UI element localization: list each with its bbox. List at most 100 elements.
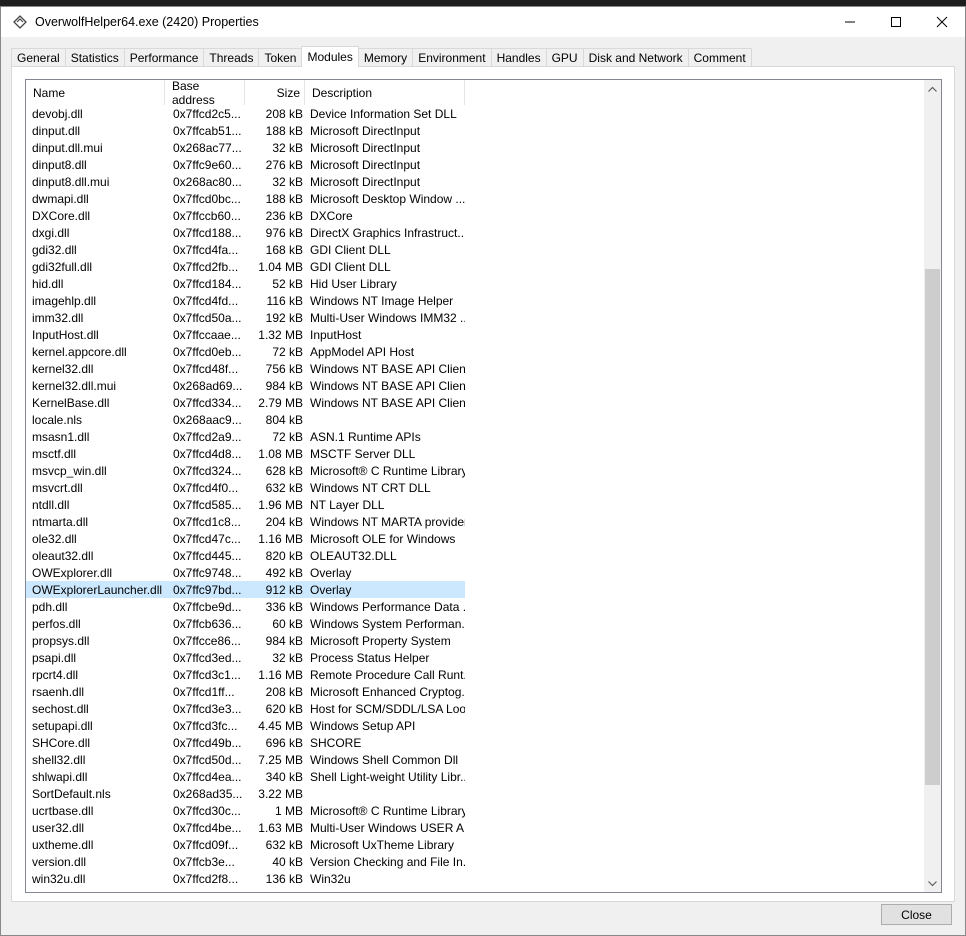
- table-row[interactable]: dwmapi.dll 0x7ffcd0bc... 188 kB Microsoft D…: [26, 190, 465, 207]
- table-row[interactable]: kernel.appcore.dll 0x7ffcd0eb... 72 kB AppM…: [26, 343, 465, 360]
- table-row[interactable]: SortDefault.nls 0x268ad35... 3.22 MB: [26, 785, 465, 802]
- table-row[interactable]: msvcp_win.dll 0x7ffcd324... 628 kB Microsof…: [26, 462, 465, 479]
- table-row[interactable]: pdh.dll 0x7ffcbe9d... 336 kB Windows Perfor…: [26, 598, 465, 615]
- table-row[interactable]: oleaut32.dll 0x7ffcd445... 820 kB OLEAUT32.…: [26, 547, 465, 564]
- table-row[interactable]: devobj.dll 0x7ffcd2c5... 208 kB Device Info…: [26, 105, 465, 122]
- scrollbar-thumb[interactable]: [925, 269, 940, 785]
- module-size: 116 kB: [266, 293, 303, 308]
- table-row[interactable]: KernelBase.dll 0x7ffcd334... 2.79 MB Window…: [26, 394, 465, 411]
- module-base-address: 0x7ffcd2fb...: [173, 259, 239, 274]
- table-row[interactable]: imm32.dll 0x7ffcd50a... 192 kB Multi-User W…: [26, 309, 465, 326]
- module-base-address: 0x7ffcd50d...: [173, 752, 242, 767]
- table-row[interactable]: uxtheme.dll 0x7ffcd09f... 632 kB Microsoft …: [26, 836, 465, 853]
- module-name: kernel.appcore.dll: [32, 344, 127, 359]
- table-row[interactable]: rsaenh.dll 0x7ffcd1ff... 208 kB Microsoft E…: [26, 683, 465, 700]
- column-header-name[interactable]: Name: [26, 80, 165, 105]
- tab-disk-and-network[interactable]: Disk and Network: [582, 48, 689, 67]
- table-row[interactable]: dinput8.dll 0x7ffc9e60... 276 kB Microsoft …: [26, 156, 465, 173]
- table-row[interactable]: ntmarta.dll 0x7ffcd1c8... 204 kB Windows NT…: [26, 513, 465, 530]
- tab-modules[interactable]: Modules: [301, 46, 359, 67]
- tab-general[interactable]: General: [11, 48, 66, 67]
- minimize-button[interactable]: [827, 7, 873, 37]
- module-base-address: 0x7ffcd2c5...: [173, 106, 241, 121]
- table-row[interactable]: imagehlp.dll 0x7ffcd4fd... 116 kB Windows N…: [26, 292, 465, 309]
- modules-list[interactable]: Name Base address Size Description devob…: [25, 79, 942, 893]
- tab-environment[interactable]: Environment: [412, 48, 492, 67]
- module-name: SHCore.dll: [32, 735, 91, 750]
- table-row[interactable]: perfos.dll 0x7ffcb636... 60 kB Windows Syst…: [26, 615, 465, 632]
- module-name: propsys.dll: [32, 633, 90, 648]
- table-row[interactable]: gdi32.dll 0x7ffcd4fa... 168 kB GDI Client D…: [26, 241, 465, 258]
- table-row[interactable]: rpcrt4.dll 0x7ffcd3c1... 1.16 MB Remote Pro…: [26, 666, 465, 683]
- table-row[interactable]: msvcrt.dll 0x7ffcd4f0... 632 kB Windows NT …: [26, 479, 465, 496]
- table-row[interactable]: gdi32full.dll 0x7ffcd2fb... 1.04 MB GDI Cli…: [26, 258, 465, 275]
- tab-statistics[interactable]: Statistics: [64, 48, 125, 67]
- module-size: 168 kB: [265, 242, 303, 257]
- module-description: Microsoft DirectInput: [310, 140, 421, 155]
- module-base-address: 0x7ffcd3fc...: [173, 718, 238, 733]
- module-size: 136 kB: [265, 871, 303, 886]
- scroll-down-arrow-icon[interactable]: [924, 875, 941, 892]
- module-base-address: 0x7ffcd0bc...: [173, 191, 241, 206]
- module-name: rsaenh.dll: [32, 684, 85, 699]
- module-name: oleaut32.dll: [32, 548, 94, 563]
- table-row[interactable]: DXCore.dll 0x7ffccb60... 236 kB DXCore: [26, 207, 465, 224]
- module-base-address: 0x7ffcd3c1...: [173, 667, 241, 682]
- module-base-address: 0x7ffcd1c8...: [173, 514, 241, 529]
- module-description: Hid User Library: [310, 276, 397, 291]
- table-row[interactable]: propsys.dll 0x7ffcce86... 984 kB Microsoft …: [26, 632, 465, 649]
- module-base-address: 0x7ffcd4f0...: [173, 480, 239, 495]
- table-row[interactable]: msctf.dll 0x7ffcd4d8... 1.08 MB MSCTF Serve…: [26, 445, 465, 462]
- table-row[interactable]: win32u.dll 0x7ffcd2f8... 136 kB Win32u: [26, 870, 465, 887]
- tab-token[interactable]: Token: [258, 48, 303, 67]
- table-row[interactable]: InputHost.dll 0x7ffccaae... 1.32 MB InputHo…: [26, 326, 465, 343]
- module-name: dinput.dll: [32, 123, 81, 138]
- table-row[interactable]: ucrtbase.dll 0x7ffcd30c... 1 MB Microsoft® …: [26, 802, 465, 819]
- table-row[interactable]: shell32.dll 0x7ffcd50d... 7.25 MB Windows S…: [26, 751, 465, 768]
- table-row[interactable]: kernel32.dll 0x7ffcd48f... 756 kB Windows N…: [26, 360, 465, 377]
- table-row[interactable]: dinput8.dll.mui 0x268ac80... 32 kB Microsof…: [26, 173, 465, 190]
- table-row[interactable]: locale.nls 0x268aac9... 804 kB: [26, 411, 465, 428]
- table-row[interactable]: kernel32.dll.mui 0x268ad69... 984 kB Window…: [26, 377, 465, 394]
- table-row[interactable]: OWExplorer.dll 0x7ffc9748... 492 kB Overlay: [26, 564, 465, 581]
- column-header-size[interactable]: Size: [245, 80, 305, 105]
- table-row[interactable]: psapi.dll 0x7ffcd3ed... 32 kB Process Statu…: [26, 649, 465, 666]
- module-description: Microsoft Property System: [310, 633, 451, 648]
- table-row[interactable]: ole32.dll 0x7ffcd47c... 1.16 MB Microsoft O…: [26, 530, 465, 547]
- title-bar[interactable]: OverwolfHelper64.exe (2420) Properties: [1, 7, 965, 37]
- tab-comment[interactable]: Comment: [687, 48, 752, 67]
- table-row[interactable]: ntdll.dll 0x7ffcd585... 1.96 MB NT Layer DL…: [26, 496, 465, 513]
- list-rows: devobj.dll 0x7ffcd2c5... 208 kB Device Info…: [26, 105, 926, 887]
- tab-threads[interactable]: Threads: [203, 48, 260, 67]
- tab-gpu[interactable]: GPU: [545, 48, 584, 67]
- table-row[interactable]: shlwapi.dll 0x7ffcd4ea... 340 kB Shell Ligh…: [26, 768, 465, 785]
- table-row[interactable]: setupapi.dll 0x7ffcd3fc... 4.45 MB Windows …: [26, 717, 465, 734]
- table-row[interactable]: hid.dll 0x7ffcd184... 52 kB Hid User Librar…: [26, 275, 465, 292]
- vertical-scrollbar[interactable]: [924, 80, 941, 892]
- table-row[interactable]: version.dll 0x7ffcb3e... 40 kB Version Chec…: [26, 853, 465, 870]
- module-base-address: 0x7ffcd2a9...: [173, 429, 242, 444]
- module-description: DXCore: [310, 208, 353, 223]
- close-window-button[interactable]: [919, 7, 965, 37]
- column-header-base-address[interactable]: Base address: [165, 80, 245, 107]
- module-size: 72 kB: [272, 344, 303, 359]
- module-name: win32u.dll: [32, 871, 86, 886]
- tab-handles[interactable]: Handles: [490, 48, 547, 67]
- table-row[interactable]: OWExplorerLauncher.dll 0x7ffc97bd... 912 k…: [26, 581, 465, 598]
- column-header-description[interactable]: Description: [305, 80, 465, 105]
- table-row[interactable]: dinput.dll 0x7ffcab51... 188 kB Microsoft D…: [26, 122, 465, 139]
- tab-performance[interactable]: Performance: [123, 48, 205, 67]
- module-name: gdi32full.dll: [32, 259, 93, 274]
- scroll-up-arrow-icon[interactable]: [924, 80, 941, 97]
- module-size: 236 kB: [265, 208, 303, 223]
- table-row[interactable]: user32.dll 0x7ffcd4be... 1.63 MB Multi-User…: [26, 819, 465, 836]
- maximize-button[interactable]: [873, 7, 919, 37]
- tab-memory[interactable]: Memory: [357, 48, 414, 67]
- table-row[interactable]: sechost.dll 0x7ffcd3e3... 620 kB Host for S…: [26, 700, 465, 717]
- table-row[interactable]: SHCore.dll 0x7ffcd49b... 696 kB SHCORE: [26, 734, 465, 751]
- table-row[interactable]: dxgi.dll 0x7ffcd188... 976 kB DirectX Graph…: [26, 224, 465, 241]
- module-base-address: 0x268ac80...: [173, 174, 242, 189]
- table-row[interactable]: msasn1.dll 0x7ffcd2a9... 72 kB ASN.1 Runtim…: [26, 428, 465, 445]
- close-button[interactable]: Close: [881, 904, 952, 925]
- table-row[interactable]: dinput.dll.mui 0x268ac77... 32 kB Microsoft…: [26, 139, 465, 156]
